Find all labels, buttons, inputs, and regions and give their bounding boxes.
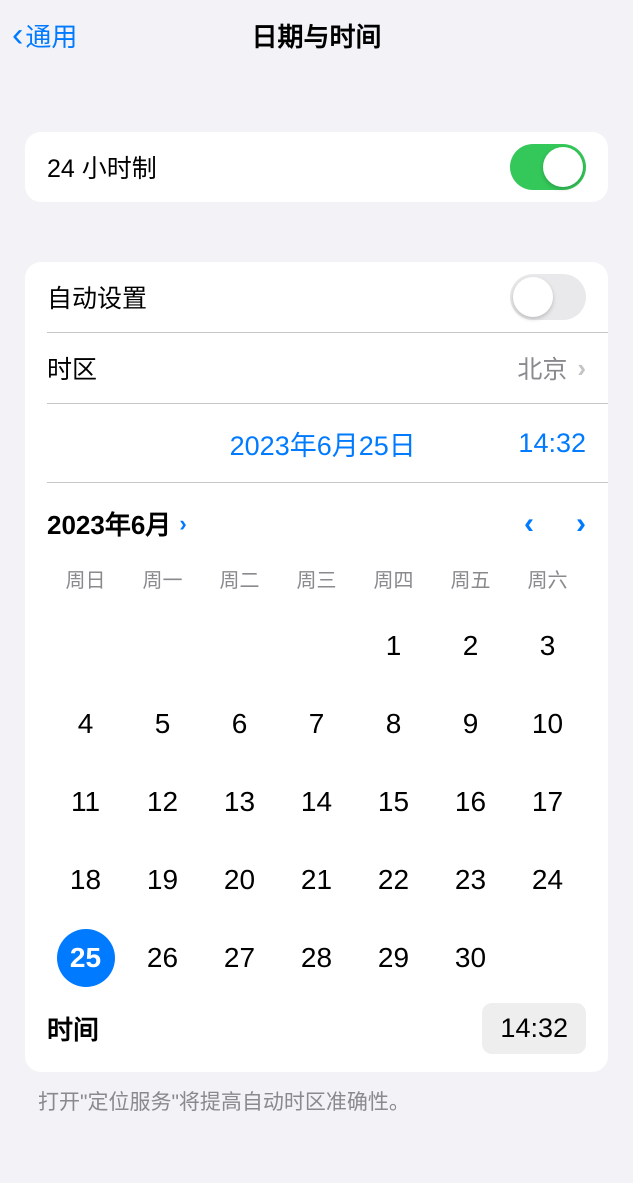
weekday-label: 周六 — [509, 564, 586, 593]
weekday-label: 周五 — [432, 564, 509, 593]
label-auto-set: 自动设置 — [47, 279, 147, 315]
day-cell[interactable]: 2 — [432, 619, 509, 673]
weekday-label: 周四 — [355, 564, 432, 593]
day-cell[interactable]: 24 — [509, 853, 586, 907]
current-time[interactable]: 14:32 — [518, 428, 586, 459]
weekday-label: 周一 — [124, 564, 201, 593]
day-cell[interactable]: 18 — [47, 853, 124, 907]
day-cell[interactable]: 3 — [509, 619, 586, 673]
day-cell[interactable]: 22 — [355, 853, 432, 907]
section-24h: 24 小时制 — [25, 132, 608, 202]
day-cell[interactable]: 20 — [201, 853, 278, 907]
day-cell[interactable]: 25 — [47, 931, 124, 985]
day-cell[interactable]: 16 — [432, 775, 509, 829]
chevron-right-icon: › — [577, 353, 586, 384]
weekday-label: 周三 — [278, 564, 355, 593]
calendar: 2023年6月 › ‹ › 周日周一周二周三周四周五周六 12345678910… — [25, 483, 608, 1072]
calendar-header: 2023年6月 › ‹ › — [47, 483, 586, 556]
weekday-row: 周日周一周二周三周四周五周六 — [47, 556, 586, 599]
weekday-label: 周二 — [201, 564, 278, 593]
day-cell[interactable]: 10 — [509, 697, 586, 751]
day-cell[interactable]: 26 — [124, 931, 201, 985]
day-cell[interactable]: 4 — [47, 697, 124, 751]
day-cell[interactable]: 14 — [278, 775, 355, 829]
day-cell[interactable]: 15 — [355, 775, 432, 829]
month-nav: ‹ › — [524, 507, 586, 541]
toggle-auto-set[interactable] — [510, 274, 586, 320]
day-cell[interactable]: 19 — [124, 853, 201, 907]
day-cell[interactable]: 8 — [355, 697, 432, 751]
back-button[interactable]: ‹ 通用 — [12, 17, 77, 54]
value-timezone: 北京 › — [517, 350, 586, 386]
row-time: 时间 14:32 — [47, 985, 586, 1054]
next-month-button[interactable]: › — [576, 507, 586, 541]
day-cell[interactable]: 17 — [509, 775, 586, 829]
day-cell[interactable]: 29 — [355, 931, 432, 985]
toggle-knob — [543, 147, 583, 187]
day-cell[interactable]: 23 — [432, 853, 509, 907]
day-cell[interactable]: 6 — [201, 697, 278, 751]
row-current-datetime: 2023年6月25日 14:32 — [25, 404, 608, 482]
time-picker[interactable]: 14:32 — [482, 1003, 586, 1054]
day-cell[interactable]: 27 — [201, 931, 278, 985]
label-24h: 24 小时制 — [47, 149, 157, 185]
day-cell[interactable]: 12 — [124, 775, 201, 829]
footer-text: 打开"定位服务"将提高自动时区准确性。 — [0, 1072, 633, 1116]
row-auto-set: 自动设置 — [25, 262, 608, 332]
timezone-text: 北京 — [517, 350, 567, 386]
day-cell[interactable]: 28 — [278, 931, 355, 985]
chevron-right-icon: › — [179, 511, 186, 537]
day-empty — [201, 619, 278, 673]
day-cell[interactable]: 13 — [201, 775, 278, 829]
label-time: 时间 — [47, 1010, 99, 1047]
day-cell[interactable]: 11 — [47, 775, 124, 829]
month-picker[interactable]: 2023年6月 › — [47, 505, 187, 542]
day-cell[interactable]: 30 — [432, 931, 509, 985]
toggle-knob — [513, 277, 553, 317]
row-24h: 24 小时制 — [25, 132, 608, 202]
back-label: 通用 — [25, 17, 77, 54]
section-datetime: 自动设置 时区 北京 › 2023年6月25日 14:32 2023年6月 › … — [25, 262, 608, 1072]
day-cell[interactable]: 7 — [278, 697, 355, 751]
toggle-24h[interactable] — [510, 144, 586, 190]
current-date[interactable]: 2023年6月25日 — [47, 424, 518, 463]
prev-month-button[interactable]: ‹ — [524, 507, 534, 541]
chevron-left-icon: ‹ — [12, 18, 23, 52]
day-cell[interactable]: 5 — [124, 697, 201, 751]
day-empty — [278, 619, 355, 673]
day-cell[interactable]: 1 — [355, 619, 432, 673]
day-empty — [47, 619, 124, 673]
month-label-text: 2023年6月 — [47, 505, 171, 542]
nav-bar: ‹ 通用 日期与时间 — [0, 0, 633, 70]
day-empty — [124, 619, 201, 673]
day-cell[interactable]: 21 — [278, 853, 355, 907]
label-timezone: 时区 — [47, 350, 97, 386]
page-title: 日期与时间 — [251, 17, 381, 54]
days-grid: 1234567891011121314151617181920212223242… — [47, 599, 586, 985]
row-timezone[interactable]: 时区 北京 › — [25, 333, 608, 403]
weekday-label: 周日 — [47, 564, 124, 593]
day-cell[interactable]: 9 — [432, 697, 509, 751]
